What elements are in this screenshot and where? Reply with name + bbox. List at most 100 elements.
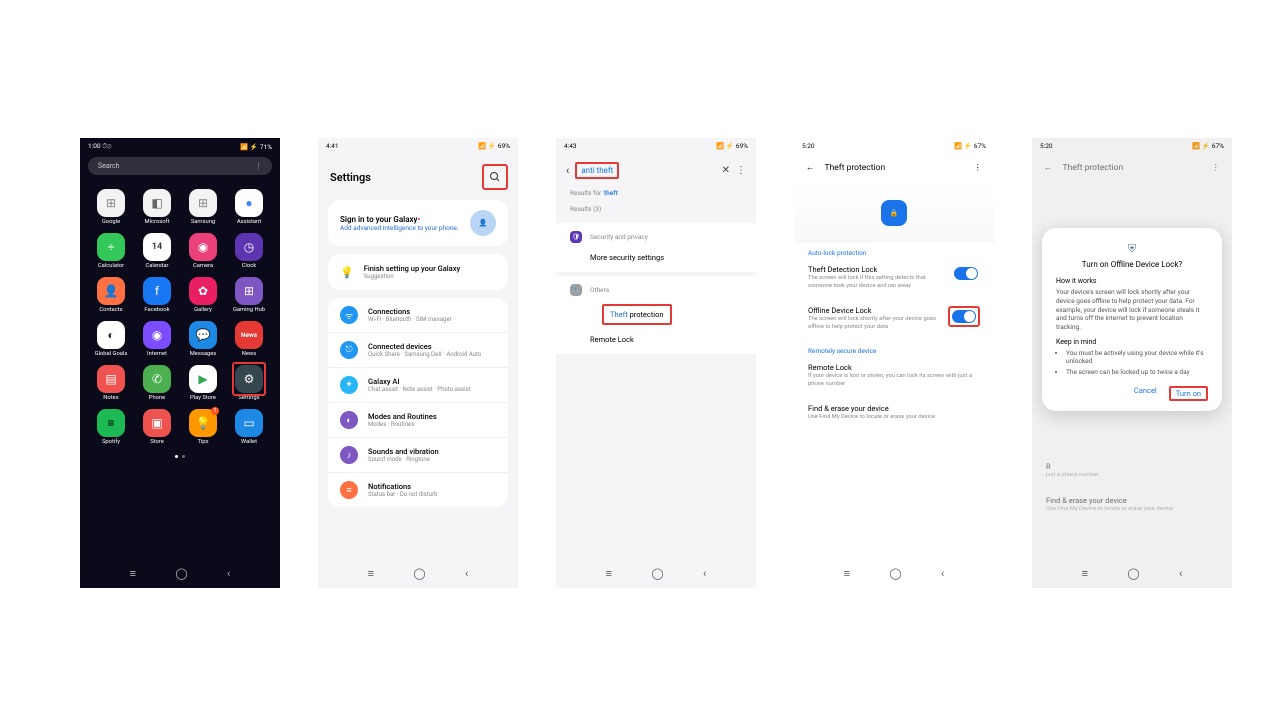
row-offline-device-lock[interactable]: Offline Device LockThe screen will lock … (794, 300, 994, 341)
nav-home-icon[interactable]: ◯ (175, 567, 187, 580)
app-icon: ● (235, 189, 263, 217)
app-spotify[interactable]: ≡Spotify (90, 409, 132, 445)
app-store[interactable]: ▣Store (136, 409, 178, 445)
back-icon[interactable]: ← (806, 162, 815, 173)
result-more-security[interactable]: More security settings (570, 247, 742, 264)
row-remote-lock[interactable]: Remote LockIf your device is lost or sto… (794, 357, 994, 398)
result-theft-protection[interactable]: Theft protection (602, 304, 672, 325)
settings-row-connected-devices[interactable]: ⎋Connected devicesQuick Share · Samsung … (328, 333, 508, 368)
app-notes[interactable]: ▤Notes (90, 365, 132, 401)
turn-on-button[interactable]: Turn on (1169, 386, 1208, 401)
app-google[interactable]: ⊞Google (90, 189, 132, 225)
settings-row-sub: Modes · Routines (368, 421, 437, 428)
settings-row-modes-and-routines[interactable]: ◐ Modes and RoutinesModes · Routines (328, 403, 508, 438)
nav-back-icon[interactable]: ‹ (941, 567, 944, 580)
toggle-theft-detection[interactable] (954, 267, 978, 280)
app-global-goals[interactable]: ◐Global Goals (90, 321, 132, 357)
more-icon[interactable]: ⋮ (736, 165, 746, 176)
app-icon: ◉ (189, 233, 217, 261)
app-settings[interactable]: ⚙Settings (228, 365, 270, 401)
hero-illustration: 🔒 (794, 183, 994, 243)
setup-suggestion[interactable]: 💡 Finish setting up your Galaxy Suggesti… (328, 254, 508, 290)
app-icon: ✿ (189, 277, 217, 305)
app-icon: f (143, 277, 171, 305)
app-internet[interactable]: ◉Internet (136, 321, 178, 357)
app-gallery[interactable]: ✿Gallery (182, 277, 224, 313)
app-samsung[interactable]: ⊞Samsung (182, 189, 224, 225)
settings-row-label: Modes and Routines (368, 412, 437, 421)
app-microsoft[interactable]: ◧Microsoft (136, 189, 178, 225)
app-calendar[interactable]: 14Calendar (136, 233, 178, 269)
row-theft-detection-lock[interactable]: Theft Detection LockThe screen will lock… (794, 259, 994, 300)
app-label: Wallet (241, 439, 257, 445)
app-play-store[interactable]: ▶Play Store (182, 365, 224, 401)
settings-row-icon: ✦ (340, 376, 358, 394)
app-label: Contacts (99, 307, 122, 313)
nav-back-icon[interactable]: ‹ (465, 567, 468, 580)
search-button[interactable] (484, 166, 506, 188)
page-title: Settings (330, 171, 371, 184)
settings-row-notifications[interactable]: ≡NotificationsStatus bar · Do not distur… (328, 473, 508, 507)
app-label: Calendar (146, 263, 169, 269)
app-facebook[interactable]: fFacebook (136, 277, 178, 313)
more-icon[interactable]: ⋮ (255, 162, 262, 170)
status-bar: 5:20 📶 ⚡67% (794, 138, 994, 152)
nav-recent-icon[interactable]: ≡ (130, 567, 136, 580)
result-remote-lock[interactable]: Remote Lock (570, 329, 742, 346)
nav-back-icon[interactable]: ‹ (703, 567, 706, 580)
app-label: Assistant (237, 219, 261, 225)
nav-bar: ≡ ◯ ‹ (80, 561, 280, 588)
settings-row-galaxy-ai[interactable]: ✦Galaxy AIChat assist · Note assist · Ph… (328, 368, 508, 403)
app-label: Global Goals (95, 351, 128, 357)
app-news[interactable]: NewsNews (228, 321, 270, 357)
nav-recent-icon[interactable]: ≡ (368, 567, 374, 580)
result-group-others: 🔧 Others Theft protection Remote Lock (556, 276, 756, 354)
search-input[interactable]: Search ⋮ (88, 157, 272, 175)
app-contacts[interactable]: 👤Contacts (90, 277, 132, 313)
nav-home-icon[interactable]: ◯ (413, 567, 425, 580)
nav-back-icon[interactable]: ‹ (227, 567, 230, 580)
nav-home-icon[interactable]: ◯ (1127, 567, 1139, 580)
section-remote: Remotely secure device (794, 341, 994, 357)
screen-search-results: 4:43 📶 ⚡69% ‹ anti theft ✕ ⋮ Results for… (556, 138, 756, 588)
app-phone[interactable]: ✆Phone (136, 365, 178, 401)
settings-row-sounds-and-vibration[interactable]: ♪Sounds and vibrationSound mode · Ringto… (328, 438, 508, 473)
clear-icon[interactable]: ✕ (722, 165, 730, 176)
toggle-offline-device-lock[interactable] (952, 310, 976, 323)
settings-row-sub: Quick Share · Samsung DeX · Android Auto (368, 351, 481, 358)
search-term[interactable]: anti theft (575, 162, 619, 179)
nav-bar: ≡ ◯ ‹ (556, 561, 756, 588)
app-camera[interactable]: ◉Camera (182, 233, 224, 269)
settings-row-label: Notifications (368, 482, 438, 491)
settings-row-label: Galaxy AI (368, 377, 471, 386)
app-messages[interactable]: 💬Messages (182, 321, 224, 357)
nav-home-icon[interactable]: ◯ (889, 567, 901, 580)
more-icon[interactable]: ⋮ (974, 163, 983, 173)
settings-row-icon: ᯤ (340, 306, 358, 324)
settings-row-icon: ◐ (340, 411, 358, 429)
app-clock[interactable]: ◷Clock (228, 233, 270, 269)
status-time: 4:43 (564, 142, 577, 150)
settings-row-connections[interactable]: ᯤConnectionsWi-Fi · Bluetooth · SIM mana… (328, 298, 508, 333)
nav-back-icon[interactable]: ‹ (1179, 567, 1182, 580)
nav-recent-icon[interactable]: ≡ (844, 567, 850, 580)
results-count: Results (3) (556, 201, 756, 217)
status-icons: 📶 ⚡69% (716, 142, 748, 150)
app-assistant[interactable]: ● Assistant (228, 189, 270, 225)
back-icon[interactable]: ‹ (566, 164, 569, 177)
app-gaming-hub[interactable]: ⊞Gaming Hub (228, 277, 270, 313)
app-tips[interactable]: 💡1Tips (182, 409, 224, 445)
app-calculator[interactable]: ÷Calculator (90, 233, 132, 269)
row-find-erase[interactable]: Find & erase your deviceUse Find My Devi… (794, 398, 994, 432)
nav-home-icon[interactable]: ◯ (651, 567, 663, 580)
settings-row-sub: Sound mode · Ringtone (368, 456, 439, 463)
page-indicator (80, 451, 280, 462)
app-label: Clock (242, 263, 256, 269)
nav-recent-icon[interactable]: ≡ (1082, 567, 1088, 580)
cancel-button[interactable]: Cancel (1134, 386, 1157, 401)
signin-card[interactable]: Sign in to your Galaxy• Add advanced int… (328, 200, 508, 246)
nav-recent-icon[interactable]: ≡ (606, 567, 612, 580)
results-for: Results for 'theft' (556, 185, 756, 201)
app-icon: ▭ (235, 409, 263, 437)
app-wallet[interactable]: ▭ Wallet (228, 409, 270, 445)
